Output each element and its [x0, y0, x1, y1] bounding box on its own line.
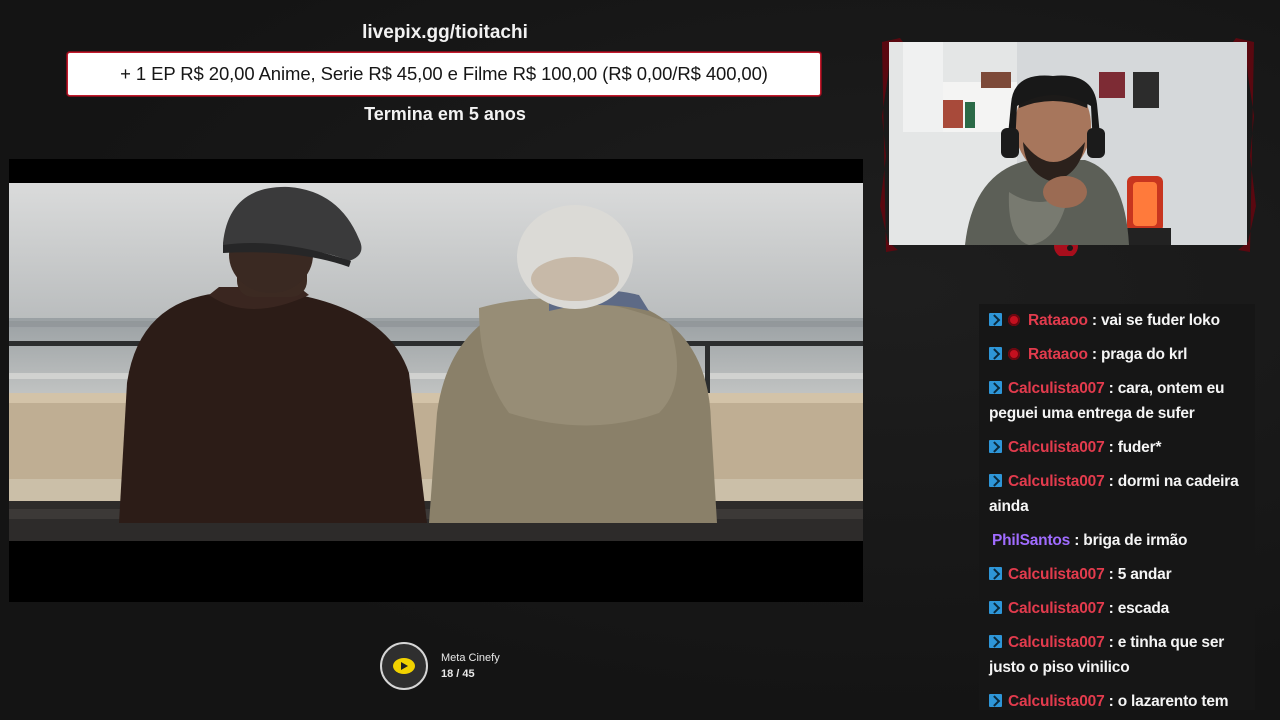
prime-icon: [989, 347, 1002, 360]
chat-text: 5 andar: [1117, 566, 1172, 583]
chat-separator: :: [1087, 312, 1101, 329]
chat-separator: :: [1104, 566, 1118, 583]
prime-icon: [989, 567, 1002, 580]
chat-username[interactable]: Calculista007: [1008, 439, 1105, 456]
prime-icon: [989, 694, 1002, 707]
chat-separator: :: [1070, 532, 1084, 549]
chat-message: Calculista007 : 5 andar: [979, 558, 1255, 592]
chat-message: Rataaoo : vai se fuder loko: [979, 304, 1255, 338]
chat-username[interactable]: PhilSantos: [992, 532, 1070, 549]
prime-icon: [989, 601, 1002, 614]
chat-message: Calculista007 : escada: [979, 592, 1255, 626]
chat-message: Rataaoo : praga do krl: [979, 338, 1255, 372]
chat-separator: :: [1087, 346, 1101, 363]
sub-icon: [1008, 314, 1020, 326]
chat-username[interactable]: Calculista007: [1008, 693, 1105, 710]
chat-panel: Rataaoo : vai se fuder loko Rataaoo : pr…: [979, 304, 1255, 710]
video-player[interactable]: [9, 159, 863, 602]
donation-goal-text: + 1 EP R$ 20,00 Anime, Serie R$ 45,00 e …: [120, 63, 768, 84]
chat-text: praga do krl: [1100, 346, 1188, 363]
chat-separator: :: [1104, 600, 1118, 617]
goal-end-text: Termina em 5 anos: [364, 104, 526, 124]
chat-separator: :: [1104, 634, 1118, 651]
chat-username[interactable]: Calculista007: [1008, 634, 1105, 651]
streamer-webcam: [889, 42, 1247, 245]
chat-message: Calculista007 : o lazarento tem 25kg: [979, 685, 1255, 710]
chat-username[interactable]: Rataaoo: [1028, 312, 1088, 329]
chat-messages: Rataaoo : vai se fuder loko Rataaoo : pr…: [979, 304, 1255, 710]
prime-icon: [989, 381, 1002, 394]
chat-text: vai se fuder loko: [1100, 312, 1220, 329]
prime-icon: [989, 635, 1002, 648]
chat-username[interactable]: Calculista007: [1008, 380, 1105, 397]
meta-count: 18 / 45: [441, 668, 475, 680]
chat-separator: :: [1104, 439, 1118, 456]
chat-message: Calculista007 : dormi na cadeira ainda: [979, 465, 1255, 524]
chat-username[interactable]: Calculista007: [1008, 473, 1105, 490]
chat-text: fuder*: [1117, 439, 1162, 456]
chat-text: escada: [1117, 600, 1170, 617]
prime-icon: [989, 313, 1002, 326]
chat-message: Calculista007 : fuder*: [979, 431, 1255, 465]
chat-message: Calculista007 : cara, ontem eu peguei um…: [979, 372, 1255, 431]
meta-title: Meta Cinefy: [441, 652, 500, 664]
movie-scene: [9, 183, 863, 541]
prime-icon: [989, 440, 1002, 453]
chat-separator: :: [1104, 693, 1118, 710]
sub-icon: [1008, 348, 1020, 360]
donation-goal-box: + 1 EP R$ 20,00 Anime, Serie R$ 45,00 e …: [67, 52, 821, 96]
cinefy-play-icon: [380, 642, 428, 690]
chat-username[interactable]: Calculista007: [1008, 566, 1105, 583]
chat-username[interactable]: Calculista007: [1008, 600, 1105, 617]
chat-text: briga de irmão: [1083, 532, 1188, 549]
chat-separator: :: [1104, 380, 1118, 397]
livepix-url: livepix.gg/tioitachi: [362, 22, 528, 43]
chat-message: Calculista007 : e tinha que ser justo o …: [979, 626, 1255, 685]
chat-separator: :: [1104, 473, 1118, 490]
chat-username[interactable]: Rataaoo: [1028, 346, 1088, 363]
prime-icon: [989, 474, 1002, 487]
chat-message: PhilSantos : briga de irmão: [979, 524, 1255, 558]
